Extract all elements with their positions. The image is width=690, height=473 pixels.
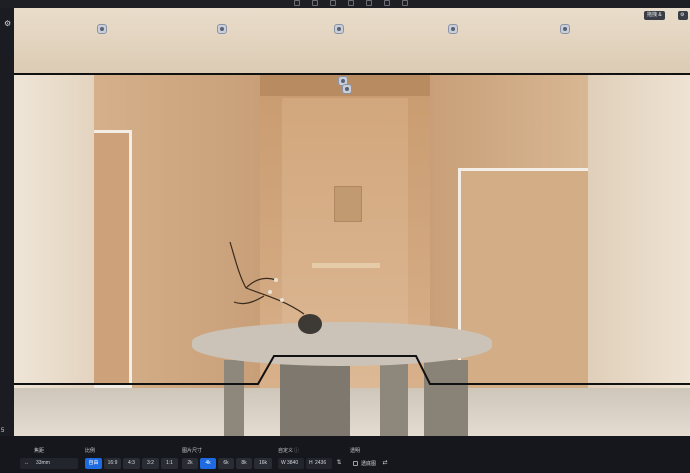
size-option-16k[interactable]: 16k: [254, 458, 272, 469]
size-option-6k[interactable]: 6k: [218, 458, 234, 469]
camera-pin-icon[interactable]: [97, 24, 107, 34]
wall-shelf: [312, 263, 380, 268]
focal-icon: ↔: [24, 460, 29, 466]
camera-pin-icon[interactable]: [217, 24, 227, 34]
move-tool-icon[interactable]: [312, 0, 318, 6]
rotate-tool-icon[interactable]: [330, 0, 336, 6]
transparent-label: 透明: [350, 448, 361, 454]
camera-pin-icon[interactable]: [342, 84, 352, 94]
height-field[interactable]: H 2436: [306, 458, 332, 469]
frame-guide-bottom: [14, 355, 690, 385]
frame-guide-top: [14, 73, 690, 75]
size-label: 图片尺寸: [182, 448, 203, 454]
transparent-checkbox[interactable]: [353, 461, 358, 466]
view-mode-button[interactable]: 拖拽 &: [644, 11, 665, 20]
info-icon[interactable]: ⓘ: [294, 447, 299, 454]
width-field[interactable]: W 3840: [278, 458, 304, 469]
left-sidebar: ⚙: [0, 8, 14, 436]
settings-icon[interactable]: ⚙: [678, 11, 688, 20]
size-option-2k[interactable]: 2k: [182, 458, 198, 469]
swap-icon[interactable]: ⇄: [380, 458, 390, 469]
select-tool-icon[interactable]: [294, 0, 300, 6]
ratio-label: 比例: [85, 448, 96, 454]
camera-pin-icon[interactable]: [448, 24, 458, 34]
ratio-option-1-1[interactable]: 1:1: [161, 458, 178, 469]
index-label: 5: [1, 428, 5, 434]
render-viewport[interactable]: 拖拽 & ⚙: [14, 8, 690, 436]
wall-art: [334, 186, 362, 222]
swap-dimensions-icon[interactable]: ⇅: [334, 458, 344, 469]
focal-length-value: 33mm: [36, 460, 50, 466]
vase: [298, 314, 322, 334]
hand-tool-icon[interactable]: [348, 0, 354, 6]
width-prefix: W: [281, 460, 286, 466]
branch-decoration: [229, 241, 305, 315]
camera-tool-icon[interactable]: [366, 0, 372, 6]
size-option-4k[interactable]: 4k: [200, 458, 216, 469]
size-option-8k[interactable]: 8k: [236, 458, 252, 469]
transparent-option-label: 透底图: [361, 461, 377, 467]
height-prefix: H: [309, 460, 313, 466]
top-toolbar: [0, 0, 690, 8]
ratio-option-4-3[interactable]: 4:3: [123, 458, 140, 469]
custom-label: 自定义: [278, 448, 294, 454]
light-tool-icon[interactable]: [384, 0, 390, 6]
camera-pin-icon[interactable]: [334, 24, 344, 34]
ceiling: [14, 8, 690, 74]
floor: [14, 388, 690, 436]
ratio-option-free[interactable]: 自由: [85, 458, 102, 469]
height-value: 2436: [315, 460, 327, 466]
focal-label: 焦距: [34, 448, 45, 454]
measure-tool-icon[interactable]: [402, 0, 408, 6]
camera-pin-icon[interactable]: [560, 24, 570, 34]
focal-length-field[interactable]: ↔ 33mm: [20, 458, 78, 469]
ratio-option-16-9[interactable]: 16:9: [104, 458, 121, 469]
ratio-option-3-2[interactable]: 3:2: [142, 458, 159, 469]
gear-icon[interactable]: ⚙: [4, 20, 12, 28]
width-value: 3840: [287, 460, 299, 466]
